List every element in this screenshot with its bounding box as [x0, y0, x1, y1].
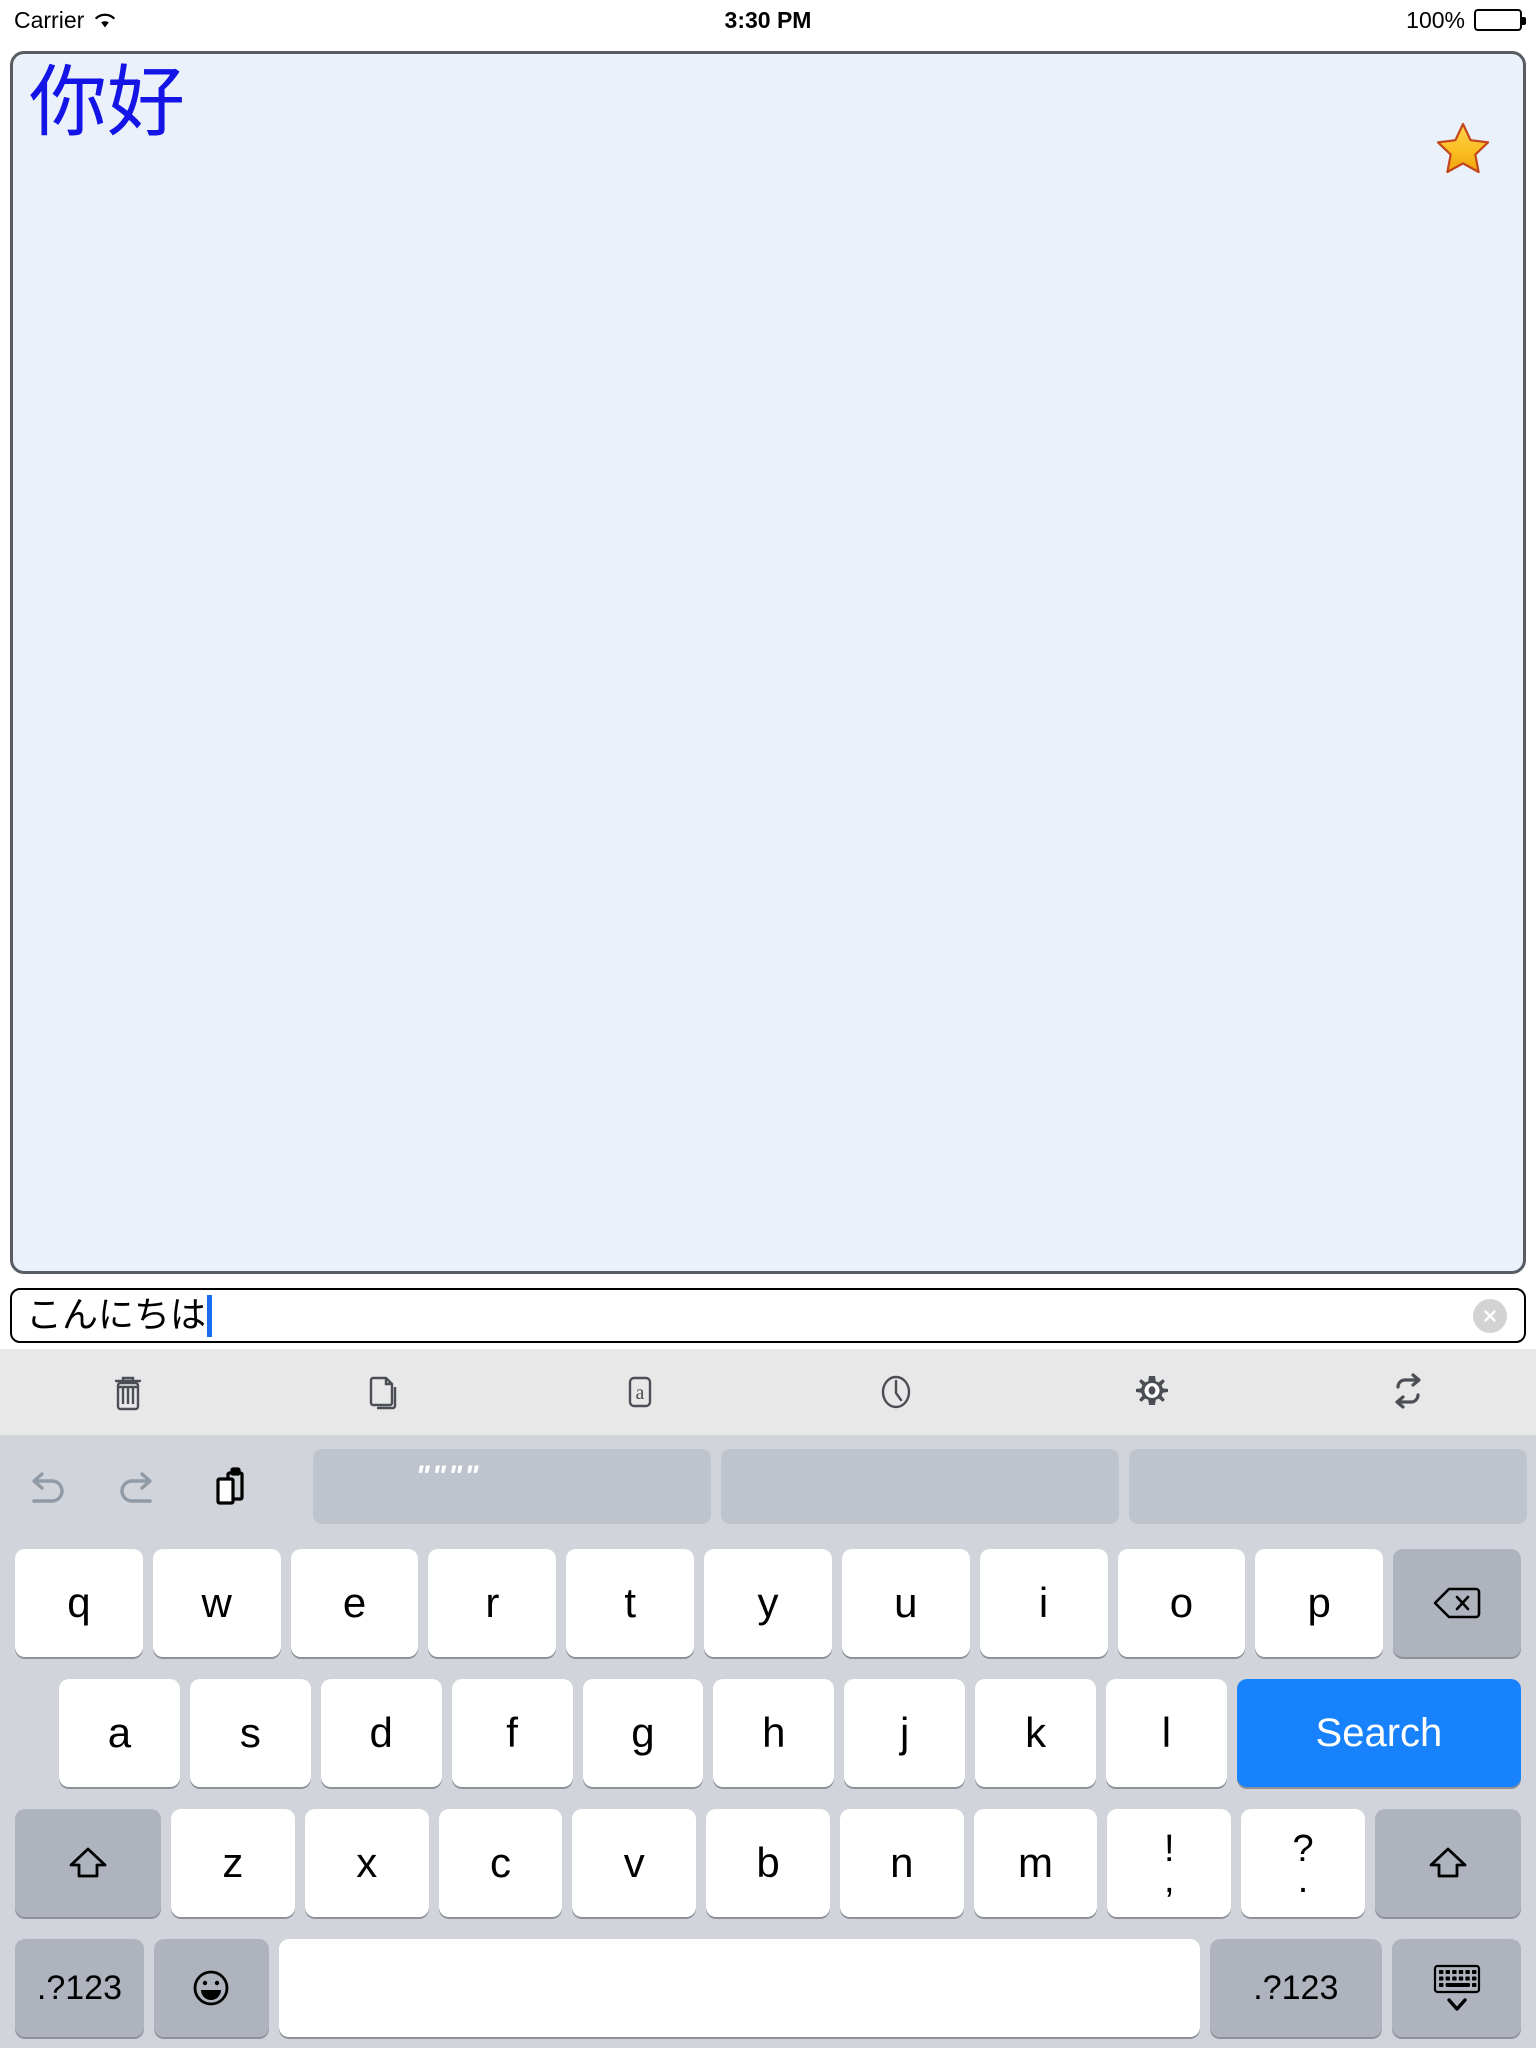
clear-circle-icon[interactable] — [1473, 1298, 1507, 1333]
key-k[interactable]: k — [975, 1679, 1096, 1787]
key-o[interactable]: o — [1117, 1549, 1246, 1657]
keyboard-row-4: .?123 .?123 — [0, 1928, 1536, 2048]
search-key[interactable]: Search — [1236, 1679, 1521, 1787]
key-r[interactable]: r — [428, 1549, 557, 1657]
keyboard-row-2: a s d f g h j k l Search — [0, 1668, 1536, 1798]
text-caret — [207, 1294, 213, 1337]
letter-a-icon[interactable]: a — [512, 1349, 768, 1435]
prediction-slot-3[interactable] — [1129, 1449, 1527, 1524]
key-i[interactable]: i — [979, 1549, 1108, 1657]
emoji-smiley-icon[interactable] — [153, 1939, 269, 2037]
key-exclamation-comma[interactable]: ! , — [1107, 1809, 1232, 1917]
key-w[interactable]: w — [152, 1549, 281, 1657]
key-p[interactable]: p — [1255, 1549, 1384, 1657]
key-j[interactable]: j — [844, 1679, 966, 1787]
key-m[interactable]: m — [973, 1809, 1098, 1917]
key-c[interactable]: c — [438, 1809, 563, 1917]
key-period-label: . — [1297, 1859, 1309, 1901]
predictive-bar: """" — [0, 1435, 1536, 1538]
key-n[interactable]: n — [839, 1809, 964, 1917]
numbers-key-left[interactable]: .?123 — [15, 1939, 144, 2037]
main-text-view[interactable]: 你好 — [10, 51, 1526, 1274]
prediction-slot-1[interactable]: """" — [313, 1449, 711, 1524]
key-v[interactable]: v — [572, 1809, 697, 1917]
key-q[interactable]: q — [15, 1549, 143, 1657]
search-input[interactable]: こんにちは — [10, 1288, 1526, 1343]
key-d[interactable]: d — [320, 1679, 442, 1787]
keyboard-row-3: z x c v b n m ! , ? . — [0, 1798, 1536, 1928]
status-bar-right: 100% — [1406, 6, 1526, 34]
search-input-value: こんにちは — [26, 1294, 207, 1336]
prediction-slot-2[interactable] — [721, 1449, 1119, 1524]
trash-icon[interactable] — [0, 1349, 256, 1435]
key-s[interactable]: s — [189, 1679, 311, 1787]
keyboard-row-1: q w e r t y u i o p — [0, 1538, 1536, 1668]
battery-percent-label: 100% — [1406, 6, 1465, 33]
text-view-content: 你好 — [29, 58, 186, 148]
ios-screen: Carrier 3:30 PM 100% 你好 こんにちは a """" q w… — [0, 0, 1536, 2048]
undo-icon[interactable] — [0, 1435, 92, 1538]
key-a[interactable]: a — [59, 1679, 180, 1787]
space-key[interactable] — [278, 1939, 1200, 2037]
svg-text:a: a — [636, 1382, 645, 1404]
battery-full-icon — [1474, 9, 1526, 31]
software-keyboard: """" q w e r t y u i o p a s d f g h j k… — [0, 1435, 1536, 2048]
prediction-slot-1-label: """" — [415, 1459, 481, 1493]
star-icon — [1436, 122, 1490, 174]
gear-icon[interactable] — [1024, 1349, 1280, 1435]
key-x[interactable]: x — [304, 1809, 429, 1917]
toolbar: a — [0, 1349, 1536, 1435]
key-f[interactable]: f — [451, 1679, 573, 1787]
key-l[interactable]: l — [1106, 1679, 1227, 1787]
keyboard-dismiss-icon[interactable] — [1392, 1939, 1521, 2037]
key-g[interactable]: g — [582, 1679, 704, 1787]
key-e[interactable]: e — [290, 1549, 419, 1657]
shift-icon-right[interactable] — [1374, 1809, 1521, 1917]
search-input-text-wrap: こんにちは — [26, 1294, 213, 1337]
shift-icon-left[interactable] — [15, 1809, 162, 1917]
redo-icon[interactable] — [92, 1435, 184, 1538]
clock-icon[interactable] — [768, 1349, 1024, 1435]
status-bar-time: 3:30 PM — [724, 6, 812, 33]
paste-icon[interactable] — [184, 1435, 276, 1538]
key-b[interactable]: b — [706, 1809, 830, 1917]
key-question-period[interactable]: ? . — [1241, 1809, 1365, 1917]
key-t[interactable]: t — [566, 1549, 695, 1657]
numbers-key-right[interactable]: .?123 — [1209, 1939, 1383, 2037]
backspace-icon[interactable] — [1393, 1549, 1521, 1657]
prediction-slots: """" — [313, 1449, 1527, 1524]
key-h[interactable]: h — [713, 1679, 835, 1787]
status-bar: Carrier 3:30 PM 100% — [0, 0, 1536, 40]
key-z[interactable]: z — [171, 1809, 295, 1917]
documents-icon[interactable] — [256, 1349, 512, 1435]
repeat-icon[interactable] — [1280, 1349, 1536, 1435]
key-y[interactable]: y — [704, 1549, 832, 1657]
key-u[interactable]: u — [841, 1549, 970, 1657]
key-comma-label: , — [1164, 1859, 1175, 1901]
